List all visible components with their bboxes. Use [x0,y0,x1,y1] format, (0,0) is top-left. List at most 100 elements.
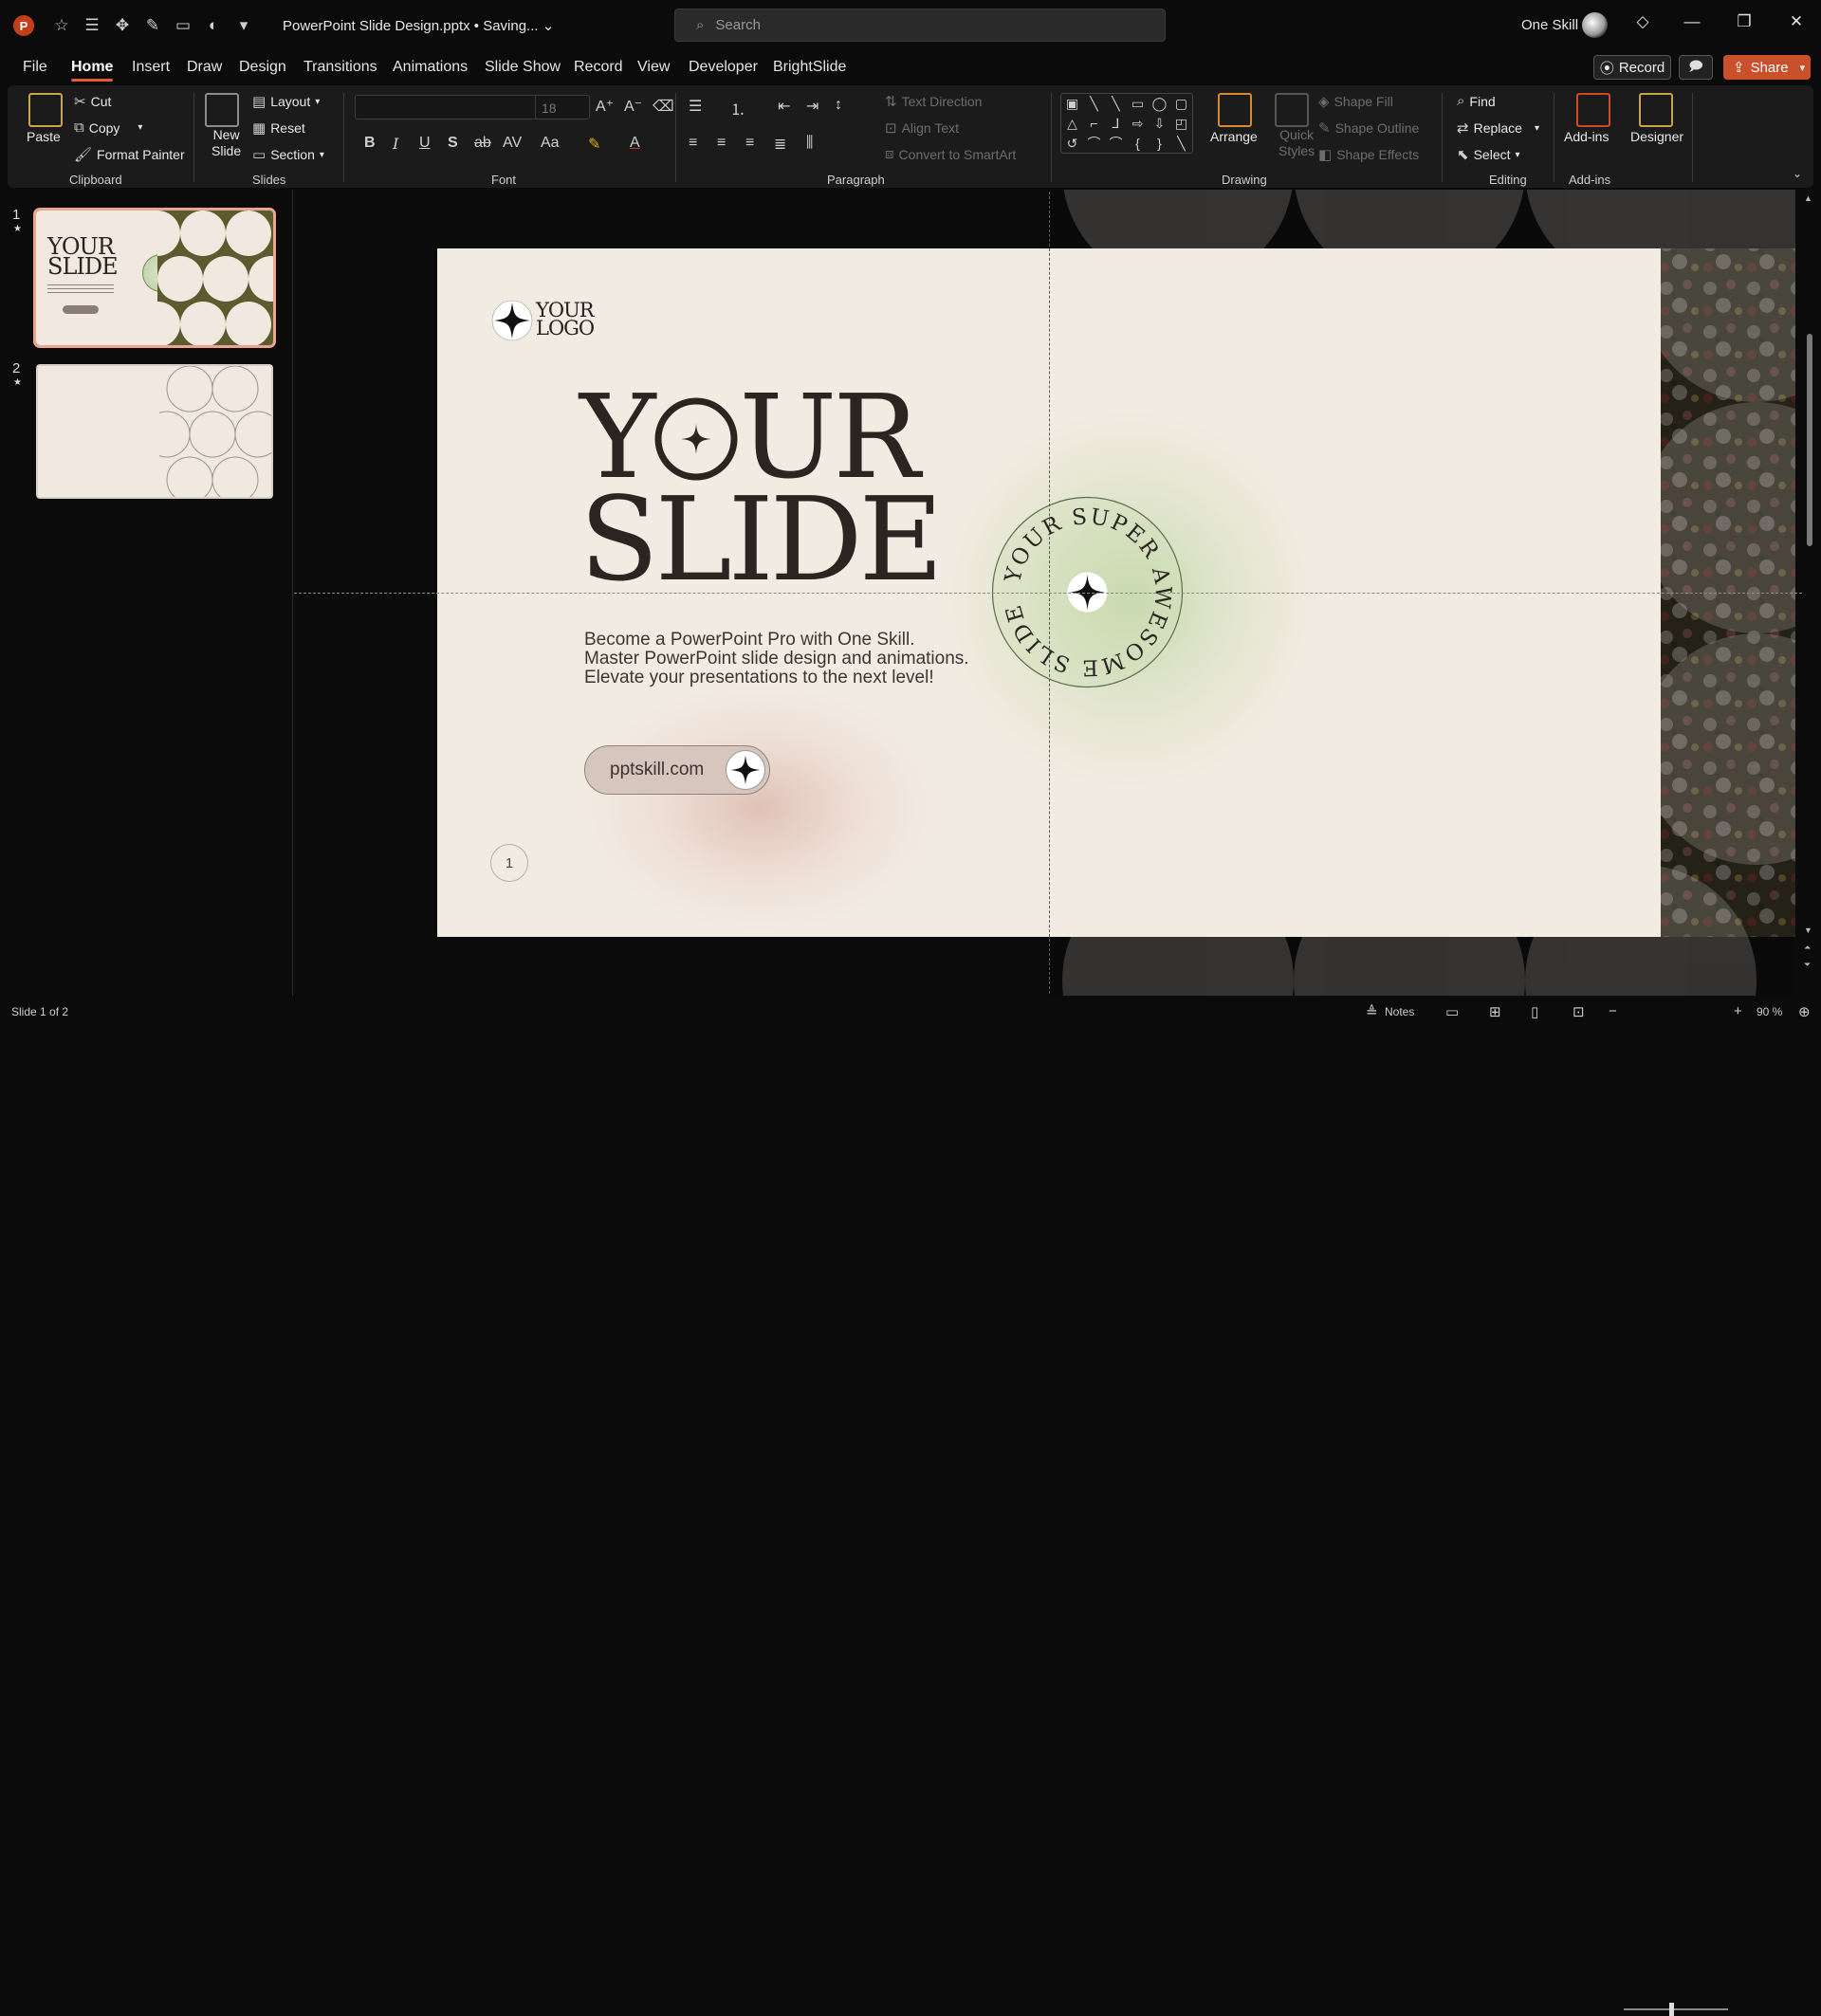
zoom-slider-thumb[interactable] [1669,2003,1674,2016]
oval-shape-icon[interactable]: ◯ [1149,94,1170,114]
scroll-down-icon[interactable]: ▼ [1804,926,1812,935]
slideshow-icon[interactable]: ⊡ [1573,1003,1585,1020]
avatar[interactable] [1582,12,1608,38]
fit-slide-icon[interactable]: ⊕ [1798,1003,1811,1020]
logo-text[interactable]: YOUR LOGO [536,301,595,339]
textbox-shape-icon[interactable]: ▣ [1061,94,1083,114]
underline-icon[interactable]: U [419,135,431,152]
zoom-in-icon[interactable]: + [1734,1003,1742,1019]
collapse-ribbon-icon[interactable]: ⌄ [1793,167,1802,180]
reading-view-icon[interactable]: ▯ [1531,1003,1538,1020]
paste-button[interactable]: Paste [27,129,61,144]
convert-smartart-button[interactable]: ⧈ Convert to SmartArt [885,146,1016,162]
list-icon[interactable]: ☰ [80,13,104,38]
new-slide-icon[interactable] [205,93,239,127]
scroll-up-icon[interactable]: ▲ [1804,193,1812,203]
rounded-rect-shape-icon[interactable]: ▢ [1170,94,1192,114]
zoom-out-icon[interactable]: − [1609,1003,1617,1019]
character-spacing-icon[interactable]: AV [503,135,522,152]
text-direction-button[interactable]: ⇅ Text Direction [885,93,982,110]
shape-fill-button[interactable]: ◈ Shape Fill [1318,93,1393,110]
minimize-icon[interactable]: — [1679,12,1705,31]
callout-shape-icon[interactable]: ◰ [1170,114,1192,134]
format-painter-button[interactable]: 🖌 Format Painter [74,146,185,163]
connector-shape-icon[interactable]: ⅃ [1105,114,1127,134]
line-shape-icon[interactable]: ╲ [1170,134,1192,154]
justify-icon[interactable]: ≣ [774,135,786,154]
website-pill[interactable]: pptskill.com [584,745,770,795]
notes-icon[interactable]: ≜ [1366,1003,1378,1020]
tab-view[interactable]: View [637,59,670,76]
addins-button[interactable]: Add-ins [1564,129,1609,144]
align-right-icon[interactable]: ≡ [745,135,754,152]
search-box[interactable]: ⌕ Search [674,9,1166,42]
new-slide-button[interactable]: New Slide [212,127,241,159]
freeform-shape-icon[interactable]: ↺ [1061,134,1083,154]
previous-slide-icon[interactable]: ⏶ [1804,943,1811,953]
shape-effects-button[interactable]: ◧ Shape Effects [1318,146,1419,163]
next-slide-icon[interactable]: ⏷ [1804,960,1811,970]
tab-slide-show[interactable]: Slide Show [485,59,561,76]
pane-divider[interactable] [292,190,293,996]
tab-home[interactable]: Home [71,59,114,82]
shadow-icon[interactable]: S [448,135,458,152]
align-center-icon[interactable]: ≡ [717,135,726,152]
arrow-right-shape-icon[interactable]: ⇨ [1127,114,1149,134]
connector-shape-icon[interactable]: ⌐ [1083,114,1105,134]
line-shape-icon[interactable]: ╲ [1105,94,1127,114]
zoom-slider[interactable] [1624,2008,1728,2010]
shape-outline-button[interactable]: ✎ Shape Outline [1318,119,1419,137]
normal-view-icon[interactable]: ▭ [1445,1003,1459,1020]
font-color-icon[interactable]: A [630,135,640,152]
zoom-level[interactable]: 90 % [1757,1005,1782,1018]
slide-title[interactable]: Y UR SLIDE [579,379,944,597]
increase-indent-icon[interactable]: ⇥ [806,97,819,116]
tab-brightslide[interactable]: BrightSlide [773,59,846,76]
slide-body-text[interactable]: Become a PowerPoint Pro with One Skill. … [584,631,973,687]
comments-button[interactable]: 🗩 [1679,55,1713,80]
highlight-icon[interactable]: ✎ [588,135,600,154]
section-button[interactable]: ▭ Section ▾ [252,146,324,163]
designer-icon[interactable] [1639,93,1673,127]
user-name[interactable]: One Skill [1521,17,1578,33]
tab-draw[interactable]: Draw [187,59,222,76]
find-button[interactable]: ⌕ Find [1457,93,1496,109]
record-button[interactable]: ⦿ Record [1593,55,1671,80]
bold-icon[interactable]: B [364,135,376,152]
circle-icon[interactable]: ◐ [201,13,226,38]
replace-button[interactable]: ⇄ Replace ▾ [1457,119,1539,137]
brace-left-shape-icon[interactable]: { [1127,134,1149,154]
cut-button[interactable]: ✂ Cut [74,93,111,110]
customize-icon[interactable]: ▾ [231,13,256,38]
tab-animations[interactable]: Animations [393,59,468,76]
close-icon[interactable]: ✕ [1783,12,1810,31]
tab-record[interactable]: Record [574,59,623,76]
logo-star-icon[interactable] [491,300,533,341]
slide-sorter-icon[interactable]: ⊞ [1489,1003,1501,1020]
columns-icon[interactable]: ⫼ [806,135,813,152]
designer-button[interactable]: Designer [1630,129,1683,144]
curve-shape-icon[interactable]: ⌒ [1083,134,1105,154]
italic-icon[interactable]: I [393,135,398,153]
arrange-button[interactable]: Arrange [1210,129,1258,144]
slide-thumbnail-1[interactable]: YOUR SLIDE [33,208,276,348]
font-size-box[interactable]: 18 [535,95,590,119]
star-icon[interactable]: ☆ [49,13,74,38]
font-name-box[interactable] [355,95,541,119]
restore-icon[interactable]: ❐ [1731,12,1757,31]
decrease-font-icon[interactable]: A⁻ [624,97,642,116]
shapes-gallery[interactable]: ▣ ╲ ╲ ▭ ◯ ▢ △ ⌐ ⅃ ⇨ ⇩ ◰ ↺ ⌒ ⌒{} ╲ [1060,93,1193,154]
line-shape-icon[interactable]: ╲ [1083,94,1105,114]
arc-shape-icon[interactable]: ⌒ [1105,134,1127,154]
pen-icon[interactable]: ✎ [140,13,165,38]
paste-icon[interactable] [28,93,63,127]
tab-developer[interactable]: Developer [689,59,758,76]
brace-right-shape-icon[interactable]: } [1149,134,1170,154]
triangle-shape-icon[interactable]: △ [1061,114,1083,134]
arrange-icon[interactable] [1218,93,1252,127]
addins-icon[interactable] [1576,93,1610,127]
rectangle-shape-icon[interactable]: ▭ [1127,94,1149,114]
copy-button[interactable]: ⧉ Copy ▾ [74,119,142,136]
layout-button[interactable]: ▤ Layout ▾ [252,93,320,110]
slide-thumbnail-2[interactable] [36,364,273,499]
